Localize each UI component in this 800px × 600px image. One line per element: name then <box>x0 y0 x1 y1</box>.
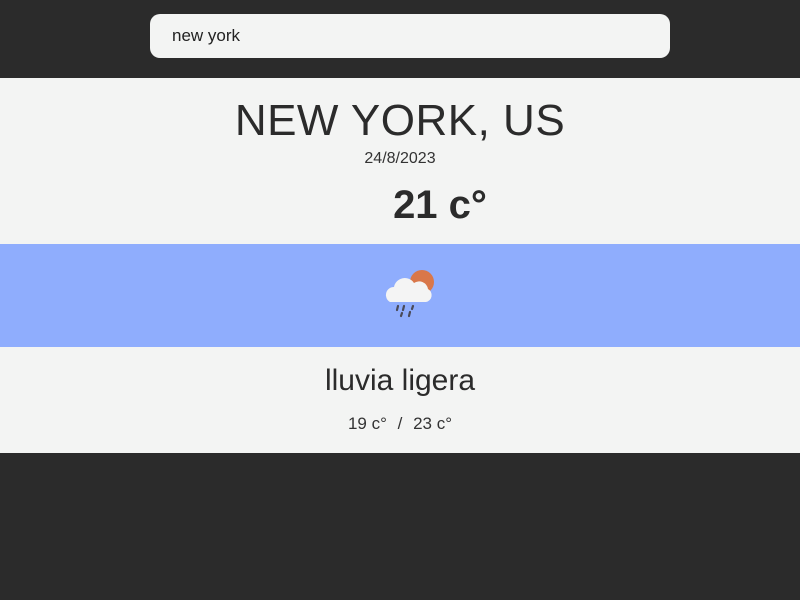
weather-details: lluvia ligera 19 c° / 23 c° <box>0 347 800 453</box>
min-max-separator: / <box>397 414 403 433</box>
location-title: NEW YORK, US <box>234 96 566 145</box>
weather-summary: NEW YORK, US 24/8/2023 21 c° <box>0 78 800 244</box>
current-temperature: 21 c° <box>393 183 487 227</box>
max-temperature: 23 c° <box>413 414 453 433</box>
date-label: 24/8/2023 <box>364 150 436 167</box>
min-temperature: 19 c° <box>347 414 387 433</box>
min-max-temperature: 19 c° / 23 c° <box>0 414 800 434</box>
city-search-input[interactable] <box>150 14 670 58</box>
cloud-sun-rain-icon <box>385 270 434 318</box>
weather-icon-band <box>0 244 800 347</box>
header-bar <box>0 0 800 78</box>
weather-description: lluvia ligera <box>324 364 476 397</box>
